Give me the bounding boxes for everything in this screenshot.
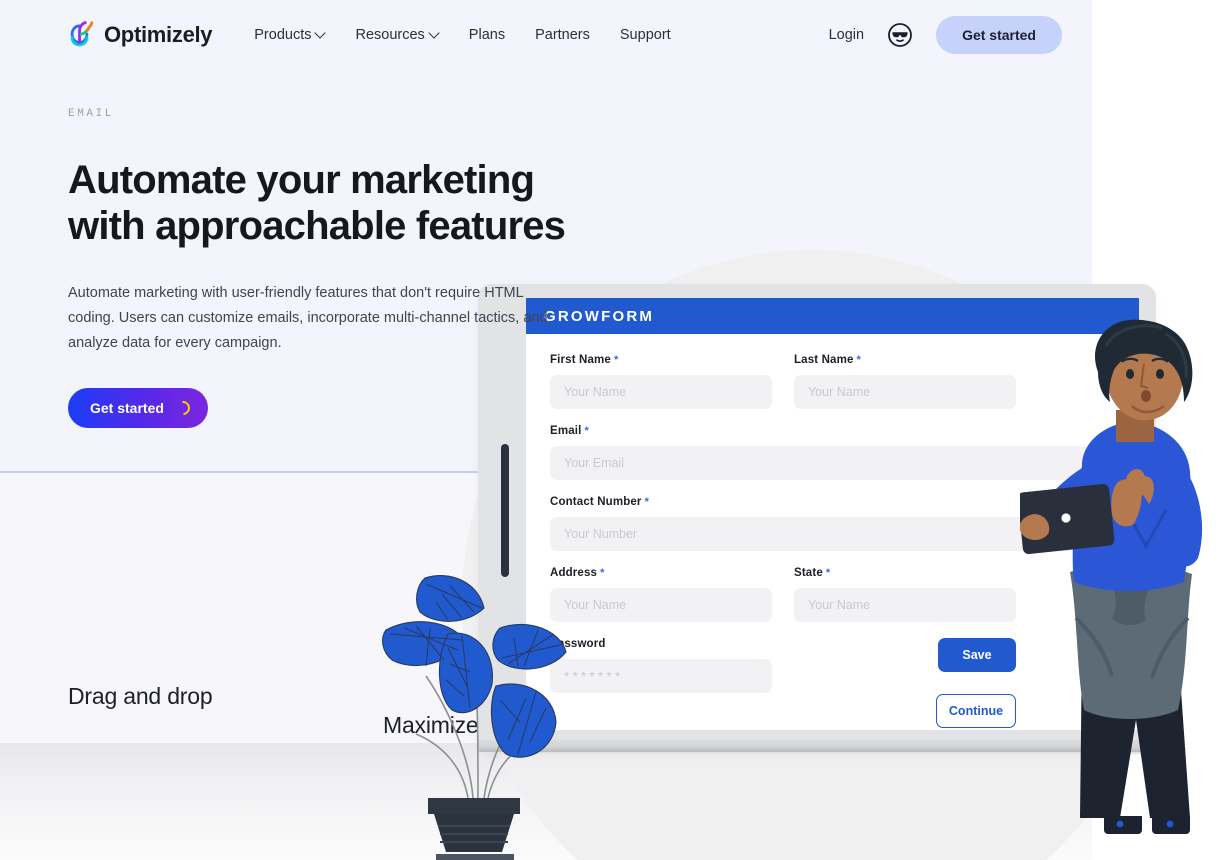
hero-get-started-label: Get started xyxy=(90,400,164,416)
page-root: Optimizely Products Resources Plans Part… xyxy=(0,0,1226,860)
hero-paragraph: Automate marketing with user-friendly fe… xyxy=(68,285,548,352)
address-input[interactable] xyxy=(550,588,772,622)
field-address-label: Address * xyxy=(550,567,772,579)
field-state-label-text: State xyxy=(794,567,823,579)
login-link[interactable]: Login xyxy=(829,27,864,43)
chevron-down-icon xyxy=(316,29,325,38)
field-state-label: State * xyxy=(794,567,1016,579)
form-action-buttons: Save Continue xyxy=(794,638,1016,728)
nav-item-resources[interactable]: Resources xyxy=(355,27,438,43)
nav-item-resources-label: Resources xyxy=(355,27,425,43)
caption-drag-and-drop: Drag and drop xyxy=(68,683,213,709)
brand-name: Optimizely xyxy=(104,22,213,47)
required-asterisk: * xyxy=(644,496,649,508)
optimizely-logo-icon xyxy=(68,20,96,50)
loading-spinner-icon xyxy=(173,398,193,418)
field-password: Password xyxy=(550,638,772,728)
hero-title: Automate your marketing with approachabl… xyxy=(68,158,668,249)
hero-title-line-1: Automate your marketing xyxy=(68,158,535,202)
field-last-name-label-text: Last Name xyxy=(794,354,854,366)
required-asterisk: * xyxy=(600,567,605,579)
required-asterisk: * xyxy=(856,354,861,366)
field-password-label: Password xyxy=(550,638,606,650)
hero-title-line-2: with approachable features xyxy=(68,203,566,248)
nav-item-partners-label: Partners xyxy=(535,27,590,43)
required-asterisk: * xyxy=(825,567,831,579)
person-with-tablet-illustration xyxy=(1017,318,1226,860)
hero-get-started-button[interactable]: Get started xyxy=(68,388,208,428)
hero-section: EMAIL Automate your marketing with appro… xyxy=(68,108,668,428)
chevron-down-icon xyxy=(430,29,439,38)
last-name-input[interactable] xyxy=(794,375,1016,409)
nav-item-products[interactable]: Products xyxy=(254,27,325,43)
nav-item-partners[interactable]: Partners xyxy=(535,27,590,43)
nav-item-plans[interactable]: Plans xyxy=(469,27,505,43)
potted-plant-illustration xyxy=(378,568,568,860)
nav-item-support[interactable]: Support xyxy=(620,27,671,43)
hero-eyebrow: EMAIL xyxy=(68,108,115,120)
nav-item-support-label: Support xyxy=(619,27,671,43)
brand-logo[interactable]: Optimizely xyxy=(68,20,213,50)
device-side-button xyxy=(501,444,509,577)
save-button[interactable]: Save xyxy=(938,638,1016,672)
nav-get-started-button[interactable]: Get started xyxy=(936,16,1062,54)
field-last-name: Last Name * xyxy=(794,354,1016,409)
field-contact-number-label-text: Contact Number xyxy=(550,496,642,508)
state-input[interactable] xyxy=(794,588,1016,622)
top-navigation-bar: Optimizely Products Resources Plans Part… xyxy=(0,0,1092,70)
sunglasses-face-icon[interactable] xyxy=(888,23,912,47)
password-input[interactable] xyxy=(550,659,772,693)
nav-right-group: Login Get started xyxy=(829,16,1062,54)
field-address: Address * xyxy=(550,567,772,622)
field-last-name-label: Last Name * xyxy=(794,354,1016,366)
continue-button[interactable]: Continue xyxy=(936,694,1016,728)
nav-links: Products Resources Plans Partners Suppor… xyxy=(254,27,670,43)
nav-item-products-label: Products xyxy=(254,27,312,43)
field-state: State * xyxy=(794,567,1016,622)
nav-item-plans-label: Plans xyxy=(468,27,506,43)
